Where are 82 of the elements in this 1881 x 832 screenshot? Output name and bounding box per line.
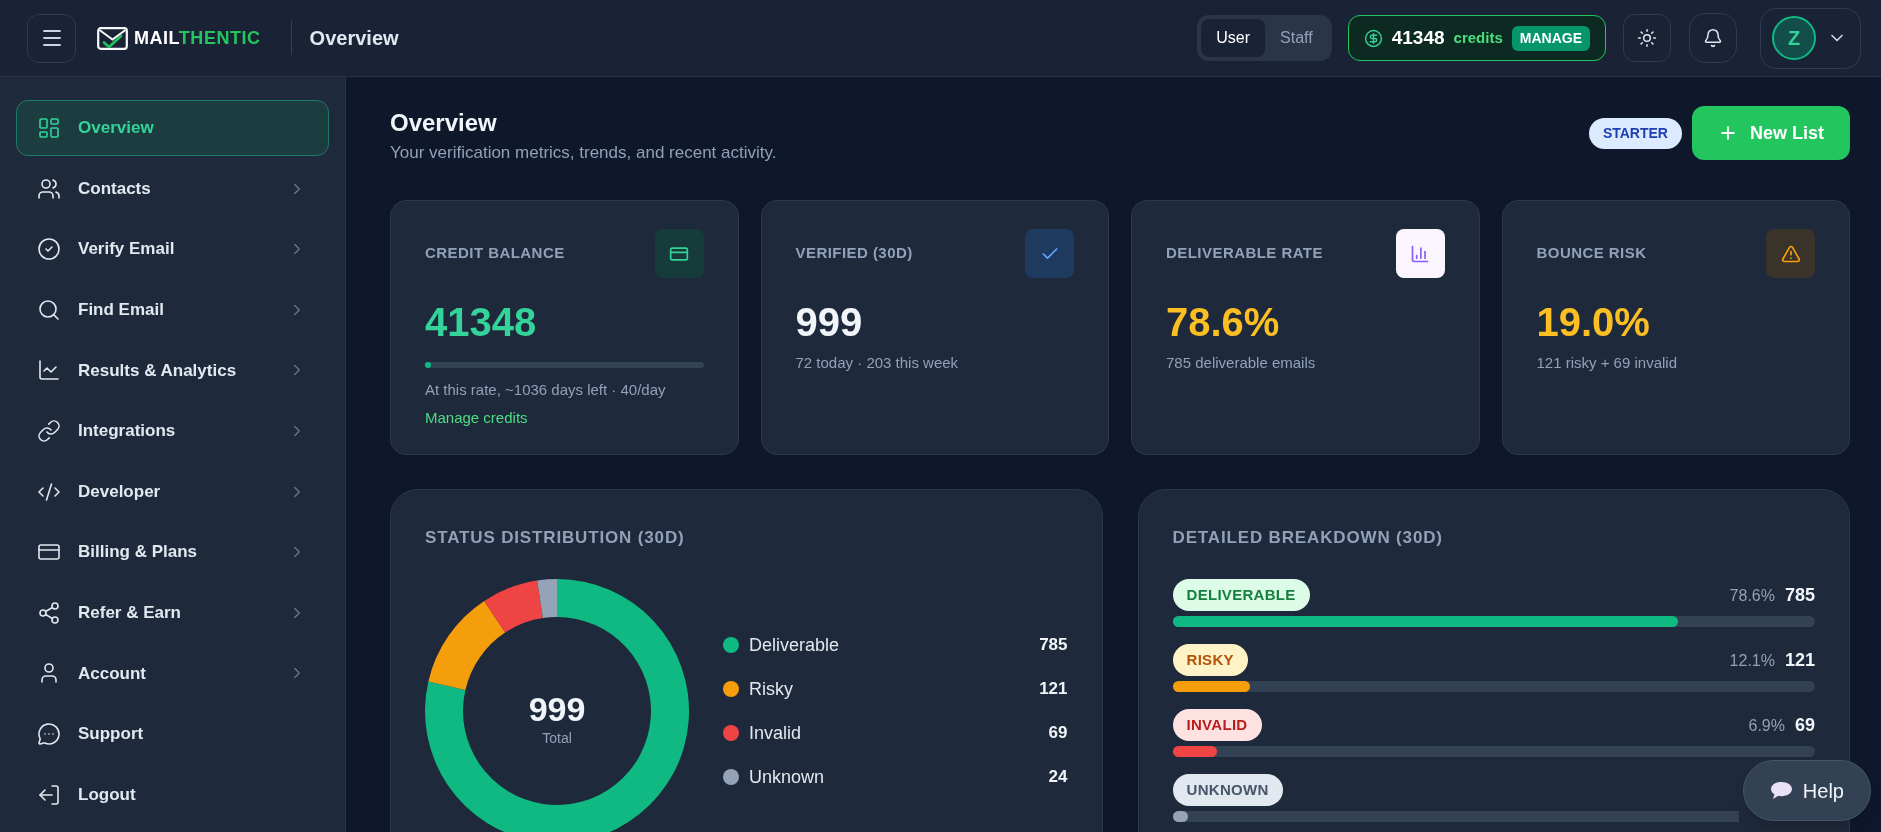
brand-wordmark: MAILTHENTIC bbox=[134, 26, 261, 50]
credits-label: credits bbox=[1453, 27, 1503, 48]
view-tab[interactable]: Staff bbox=[1265, 19, 1328, 57]
theme-button[interactable] bbox=[1623, 14, 1671, 62]
sidebar-item[interactable]: Verify Email bbox=[16, 221, 329, 278]
stat-note: At this rate, ~1036 days left · 40/day bbox=[425, 380, 667, 400]
speech-bubble-icon bbox=[1769, 781, 1793, 800]
check-icon bbox=[1025, 229, 1074, 278]
legend-label: Deliverable bbox=[749, 633, 840, 657]
sidebar-item[interactable]: Find Email bbox=[16, 281, 329, 338]
status-badge: INVALID bbox=[1172, 709, 1262, 741]
page-title: Overview bbox=[309, 26, 399, 51]
row-count: 121 bbox=[1784, 648, 1815, 672]
stat-value: 78.6% bbox=[1166, 299, 1281, 346]
card-title: STATUS DISTRIBUTION (30D) bbox=[425, 527, 686, 549]
stat-label: VERIFIED (30D) bbox=[795, 243, 913, 264]
check-circle-icon bbox=[37, 237, 61, 262]
people-icon bbox=[37, 176, 61, 201]
sidebar-item[interactable]: Contacts bbox=[16, 160, 329, 217]
sidebar-item[interactable]: Developer bbox=[16, 463, 329, 520]
stat-label: CREDIT BALANCE bbox=[425, 243, 565, 264]
legend-value: 69 bbox=[1048, 722, 1068, 745]
stat-value: 999 bbox=[795, 299, 864, 346]
status-badge: DELIVERABLE bbox=[1172, 579, 1310, 611]
credits-amount: 41348 bbox=[1391, 25, 1445, 50]
donut-total-label: Total bbox=[542, 729, 572, 747]
menu-button[interactable] bbox=[27, 13, 76, 63]
page-subtitle: Your verification metrics, trends, and recent activity. bbox=[390, 142, 777, 164]
page-heading: Overview bbox=[390, 108, 498, 138]
stat-value: 41348 bbox=[425, 299, 538, 346]
account-menu-button[interactable]: Z bbox=[1760, 7, 1861, 69]
sidebar-item[interactable]: Logout bbox=[16, 766, 329, 823]
plan-badge: STARTER bbox=[1588, 117, 1682, 149]
row-count: 69 bbox=[1794, 713, 1815, 737]
card-title: DETAILED BREAKDOWN (30D) bbox=[1172, 527, 1444, 549]
sidebar-item[interactable]: Support bbox=[16, 705, 329, 762]
share-icon bbox=[37, 600, 61, 625]
status-badge: UNKNOWN bbox=[1172, 774, 1283, 806]
credit-card-icon bbox=[654, 229, 704, 278]
stat-note: 785 deliverable emails bbox=[1166, 353, 1317, 373]
link-icon bbox=[37, 418, 61, 443]
plus-icon bbox=[1718, 123, 1738, 143]
bell-icon bbox=[1703, 28, 1723, 48]
legend-label: Invalid bbox=[749, 721, 802, 745]
line-chart-icon bbox=[37, 358, 61, 383]
row-count: 785 bbox=[1784, 583, 1815, 607]
bar-chart-icon bbox=[1395, 229, 1445, 278]
dashboard-icon bbox=[37, 116, 61, 140]
row-percent: 6.9% bbox=[1748, 715, 1785, 736]
sidebar-item[interactable]: Overview bbox=[16, 100, 329, 156]
stat-note: 121 risky + 69 invalid bbox=[1536, 353, 1678, 373]
search-icon bbox=[37, 297, 61, 322]
row-percent: 12.1% bbox=[1729, 650, 1775, 671]
stat-label: BOUNCE RISK bbox=[1536, 243, 1647, 264]
legend-label: Unknown bbox=[749, 765, 825, 789]
chat-bubble-icon bbox=[37, 721, 61, 746]
legend-label: Risky bbox=[749, 677, 793, 701]
sidebar-item[interactable]: Billing & Plans bbox=[16, 524, 329, 581]
status-badge: RISKY bbox=[1172, 644, 1248, 676]
manage-credits-link[interactable]: Manage credits bbox=[425, 407, 528, 429]
notifications-button[interactable] bbox=[1689, 13, 1737, 63]
sidebar-item[interactable]: Integrations bbox=[16, 402, 329, 459]
legend-value: 785 bbox=[1039, 634, 1068, 657]
user-avatar: Z bbox=[1772, 16, 1816, 60]
warning-icon bbox=[1766, 229, 1815, 278]
dollar-coin-icon bbox=[1363, 28, 1383, 48]
stat-label: DELIVERABLE RATE bbox=[1166, 243, 1323, 264]
logout-icon bbox=[37, 782, 61, 807]
sidebar-item[interactable]: Account bbox=[16, 645, 329, 702]
help-button[interactable]: Help bbox=[1742, 760, 1871, 821]
sidebar-item[interactable]: Refer & Earn bbox=[16, 584, 329, 641]
manage-button[interactable]: MANAGE bbox=[1511, 25, 1590, 51]
legend-value: 24 bbox=[1048, 766, 1068, 789]
sidebar-item[interactable]: Results & Analytics bbox=[16, 342, 329, 399]
stat-value: 19.0% bbox=[1536, 299, 1651, 346]
row-percent: 78.6% bbox=[1729, 585, 1775, 606]
legend-value: 121 bbox=[1039, 678, 1068, 701]
view-tab[interactable]: User bbox=[1201, 19, 1266, 57]
envelope-check-icon bbox=[97, 26, 128, 50]
stat-note: 72 today · 203 this week bbox=[795, 353, 960, 373]
sun-icon bbox=[1637, 28, 1657, 48]
donut-total: 999 bbox=[528, 689, 586, 729]
